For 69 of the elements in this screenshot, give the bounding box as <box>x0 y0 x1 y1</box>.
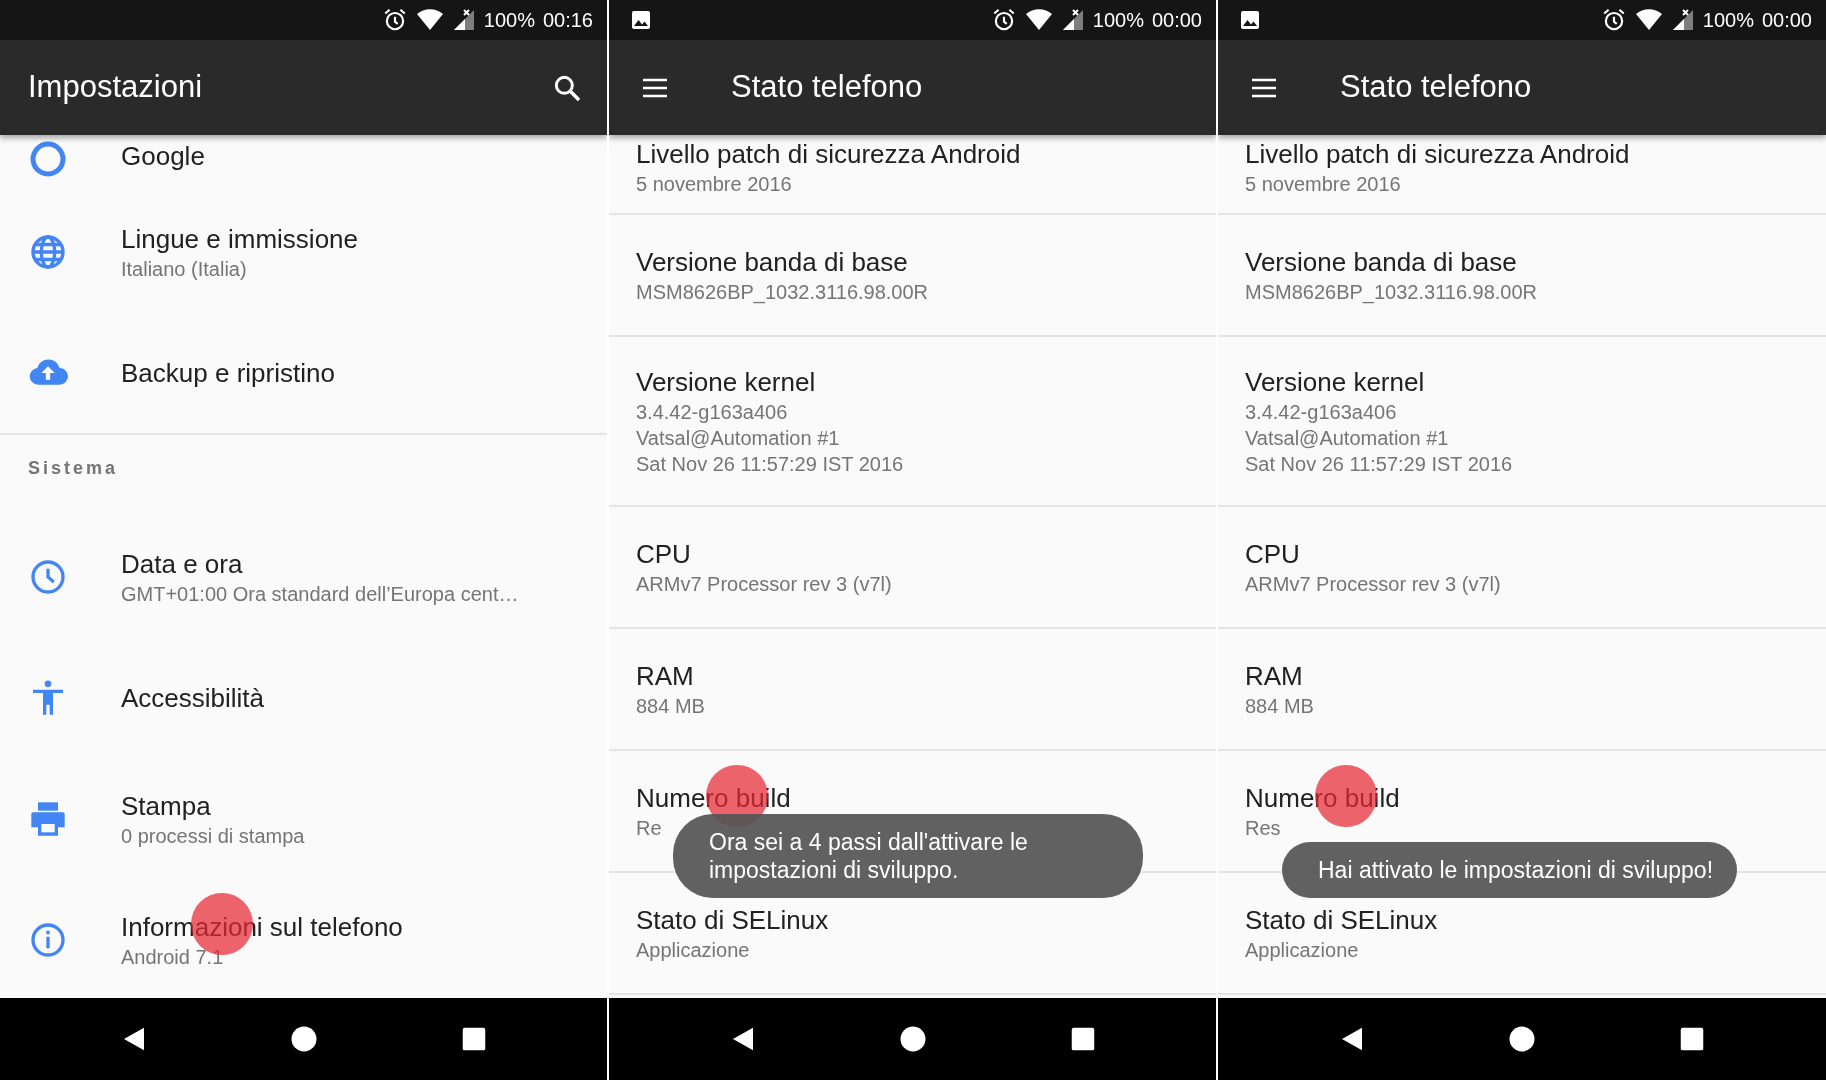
item-title: Versione banda di base <box>1245 246 1518 279</box>
item-subtitle: MSM8626BP_1032.3116.98.00R <box>1245 280 1538 305</box>
item-subtitle: 5 novembre 2016 <box>636 172 793 197</box>
item-title: Versione kernel <box>1245 366 1426 399</box>
item-title: Stato di SELinux <box>1245 904 1438 937</box>
item-subtitle: ARMv7 Processor rev 3 (v7l) <box>636 572 892 597</box>
item-subtitle: Vatsal@Automation #1 <box>1245 426 1450 451</box>
list-item[interactable]: Data e ora GMT+01:00 Ora standard dell’Europa cent… <box>0 516 607 637</box>
battery-percent: 100% <box>1702 8 1754 33</box>
list-item[interactable]: Lingue e immissione Italiano (Italia) <box>0 191 607 312</box>
item-subtitle: Italiano (Italia) <box>121 256 248 282</box>
item-title: Backup e ripristino <box>121 356 335 390</box>
list-item[interactable]: Accessibilità <box>0 637 607 758</box>
list-item[interactable]: Versione banda di base MSM8626BP_1032.3116.98.00R <box>1218 215 1826 337</box>
list-item[interactable]: CPU ARMv7 Processor rev 3 (v7l) <box>1218 507 1826 629</box>
clock-time: 00:16 <box>542 8 593 33</box>
clock-time: 00:00 <box>1761 8 1812 33</box>
item-subtitle: Applicazione <box>636 938 751 963</box>
clock-time: 00:00 <box>1151 8 1202 33</box>
item-title: CPU <box>636 538 692 571</box>
item-subtitle: 3.4.42-g163a406 <box>1245 400 1398 425</box>
item-title: Livello patch di sicurezza Android <box>636 138 1021 171</box>
list-item[interactable]: Google <box>0 135 607 191</box>
list-item[interactable]: Versione banda di base MSM8626BP_1032.3116.98.00R <box>609 215 1216 337</box>
list-item[interactable]: RAM 884 MB <box>609 629 1216 751</box>
item-subtitle: 884 MB <box>636 694 705 719</box>
item-subtitle: ARMv7 Processor rev 3 (v7l) <box>1245 572 1501 597</box>
item-subtitle: 5 novembre 2016 <box>1245 172 1402 197</box>
item-title: Accessibilità <box>121 681 265 715</box>
item-title: RAM <box>1245 660 1304 693</box>
item-title: Lingue e immissione <box>121 222 358 256</box>
item-title: CPU <box>1245 538 1301 571</box>
item-title: Versione kernel <box>636 366 817 399</box>
item-subtitle: MSM8626BP_1032.3116.98.00R <box>636 280 929 305</box>
battery-percent: 100% <box>1092 8 1144 33</box>
item-subtitle: 3.4.42-g163a406 <box>636 400 789 425</box>
screen-title: Stato telefono <box>731 68 923 107</box>
item-subtitle: GMT+01:00 Ora standard dell’Europa cent… <box>121 581 519 607</box>
item-title: Data e ora <box>121 547 244 581</box>
list-item[interactable]: Livello patch di sicurezza Android 5 novembre 2016 <box>609 135 1216 215</box>
list-item[interactable]: Livello patch di sicurezza Android 5 novembre 2016 <box>1218 135 1826 215</box>
developer-toast: Hai attivato le impostazioni di sviluppo! <box>1282 842 1738 898</box>
item-subtitle: Sat Nov 26 11:57:29 IST 2016 <box>636 452 904 477</box>
developer-toast: Ora sei a 4 passi dall'attivare le impostazioni di sviluppo. <box>673 814 1143 898</box>
item-title: RAM <box>636 660 695 693</box>
item-subtitle: 884 MB <box>1245 694 1314 719</box>
screen-title: Impostazioni <box>28 68 204 107</box>
item-subtitle: Res <box>1245 816 1282 841</box>
list-item[interactable]: Backup e ripristino <box>0 312 607 433</box>
item-subtitle: Android 7.1 <box>121 944 225 970</box>
home-button[interactable] <box>1507 1024 1537 1054</box>
list-item[interactable]: RAM 884 MB <box>1218 629 1826 751</box>
section-header: Sistema <box>0 433 607 516</box>
list-item[interactable]: Versione kernel 3.4.42-g163a406 Vatsal@Automation #1 Sat Nov 26 11:57:29 IST 2016 <box>1218 337 1826 507</box>
item-title: Livello patch di sicurezza Android <box>1245 138 1630 171</box>
list-item[interactable]: Stampa 0 processi di stampa <box>0 758 607 879</box>
item-title: Stampa <box>121 789 212 823</box>
list-item[interactable]: Versione kernel 3.4.42-g163a406 Vatsal@Automation #1 Sat Nov 26 11:57:29 IST 2016 <box>609 337 1216 507</box>
item-title: Stato di SELinux <box>636 904 829 937</box>
item-subtitle: 0 processi di stampa <box>121 823 305 849</box>
circle-icon <box>1507 1024 1537 1054</box>
list-item[interactable]: CPU ARMv7 Processor rev 3 (v7l) <box>609 507 1216 629</box>
item-subtitle: Applicazione <box>1245 938 1360 963</box>
item-title: Google <box>121 140 205 173</box>
item-title: Versione banda di base <box>636 246 909 279</box>
screen-title: Stato telefono <box>1340 68 1532 107</box>
battery-percent: 100% <box>483 8 535 33</box>
item-subtitle: Vatsal@Automation #1 <box>636 426 841 451</box>
item-subtitle: Sat Nov 26 11:57:29 IST 2016 <box>1245 452 1513 477</box>
